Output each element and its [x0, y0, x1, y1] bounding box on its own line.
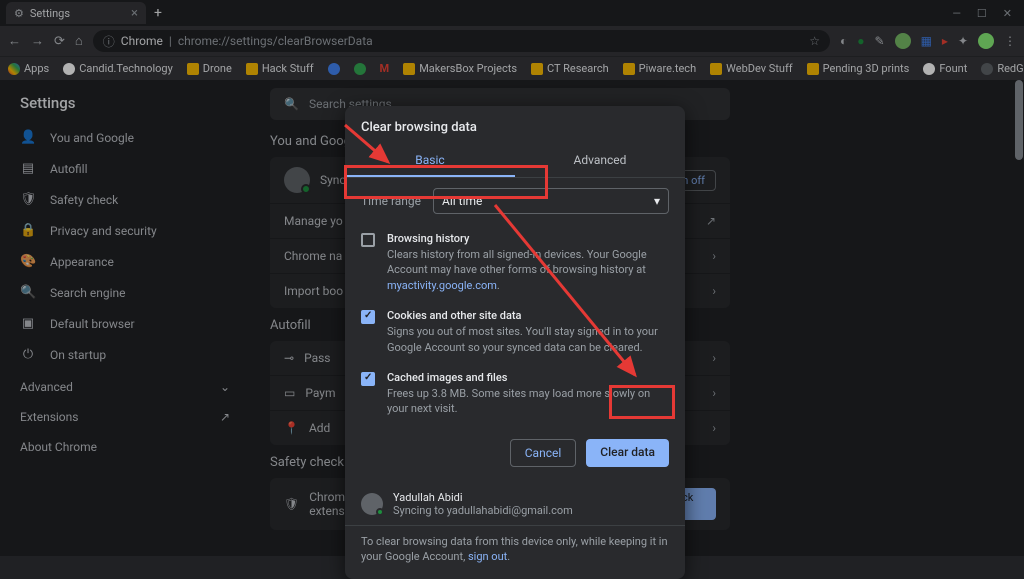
- cancel-button[interactable]: Cancel: [510, 439, 577, 467]
- modal-user: Yadullah Abidi Syncing to yadullahabidi@…: [345, 481, 685, 517]
- tab-advanced[interactable]: Advanced: [515, 145, 685, 177]
- option-cookies[interactable]: Cookies and other site data Signs you ou…: [345, 301, 685, 363]
- time-range-select[interactable]: All time ▾: [433, 188, 669, 214]
- modal-actions: Cancel Clear data: [345, 425, 685, 481]
- time-range-row: Time range All time ▾: [345, 178, 685, 224]
- myactivity-link[interactable]: myactivity.google.com: [387, 279, 497, 292]
- checkbox[interactable]: [361, 233, 375, 247]
- avatar: [361, 493, 383, 515]
- clear-data-button[interactable]: Clear data: [586, 439, 669, 467]
- time-range-label: Time range: [361, 194, 421, 208]
- tab-basic[interactable]: Basic: [345, 145, 515, 177]
- modal-title: Clear browsing data: [345, 106, 685, 145]
- modal-tabs: Basic Advanced: [345, 145, 685, 178]
- chevron-down-icon: ▾: [654, 194, 660, 208]
- checkbox[interactable]: [361, 310, 375, 324]
- signout-link[interactable]: sign out: [468, 550, 507, 563]
- scrollbar[interactable]: [1015, 80, 1023, 160]
- clear-data-modal: Clear browsing data Basic Advanced Time …: [345, 106, 685, 579]
- modal-footer: To clear browsing data from this device …: [345, 525, 685, 579]
- checkbox[interactable]: [361, 372, 375, 386]
- option-history[interactable]: Browsing history Clears history from all…: [345, 224, 685, 301]
- option-cache[interactable]: Cached images and files Frees up 3.8 MB.…: [345, 363, 685, 425]
